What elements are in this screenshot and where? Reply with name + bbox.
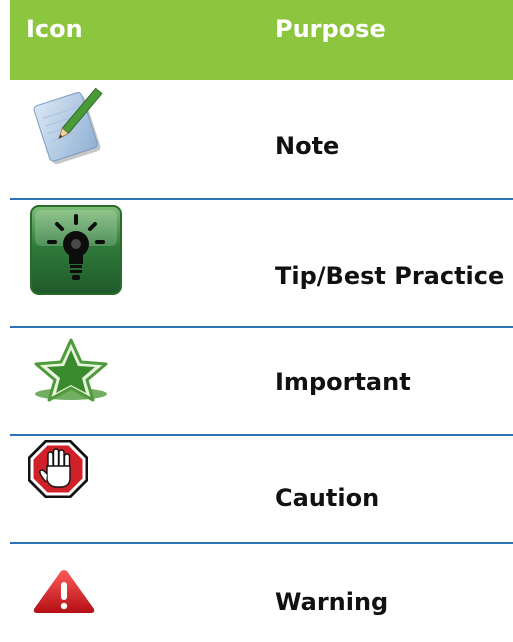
- icon-legend-table: Icon Purpose Note Tip/Best Practice Impo…: [10, 0, 513, 642]
- stop-hand-icon: [26, 438, 90, 504]
- row-label-note: Note: [275, 132, 340, 160]
- purpose-column-header: Purpose: [275, 15, 386, 43]
- row-label-caution: Caution: [275, 484, 380, 512]
- table-row-caution: Caution: [10, 436, 513, 544]
- notepad-pencil-icon: [32, 86, 112, 172]
- lightbulb-icon: [29, 204, 123, 300]
- row-label-warning: Warning: [275, 588, 389, 616]
- table-row-tip: Tip/Best Practice: [10, 200, 513, 328]
- row-label-important: Important: [275, 368, 411, 396]
- table-header: Icon Purpose: [10, 0, 513, 80]
- table-row-important: Important: [10, 328, 513, 436]
- warning-triangle-icon: [32, 568, 96, 618]
- row-label-tip: Tip/Best Practice: [275, 262, 505, 290]
- icon-column-header: Icon: [26, 15, 83, 43]
- table-row-note: Note: [10, 80, 513, 200]
- star-icon: [30, 338, 112, 406]
- table-row-warning: Warning: [10, 544, 513, 642]
